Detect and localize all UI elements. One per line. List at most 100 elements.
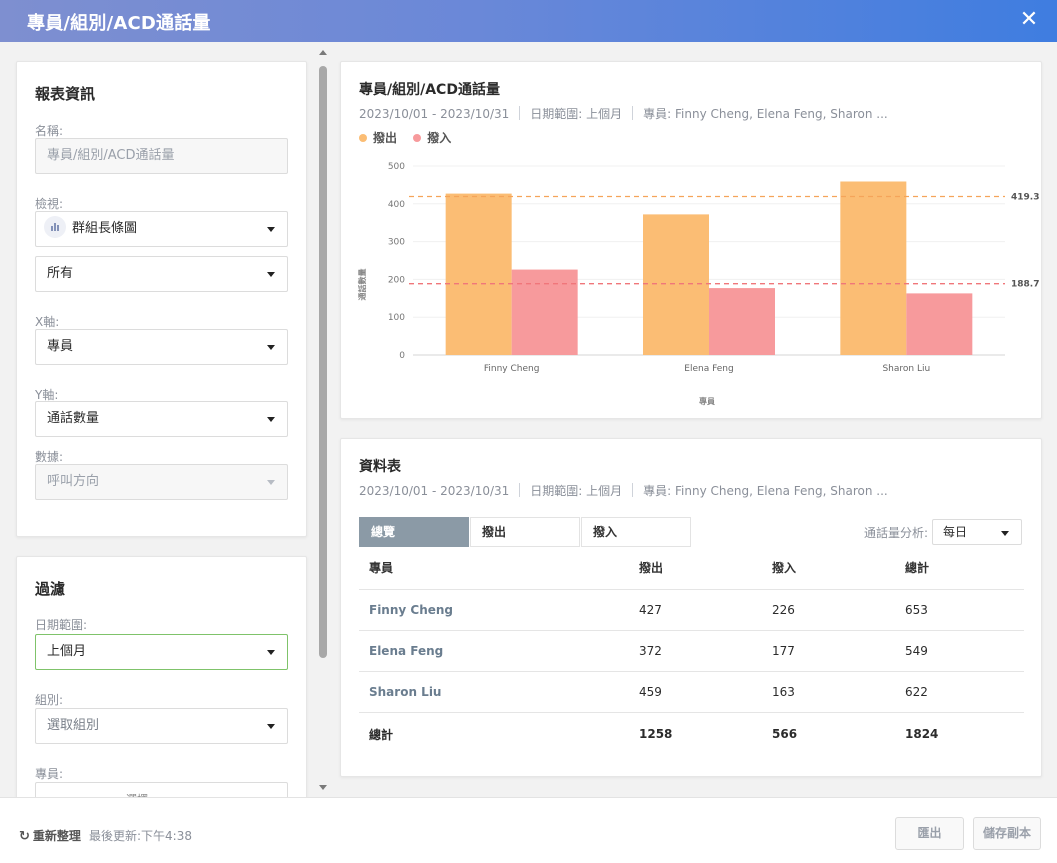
- column-header[interactable]: 專員: [359, 547, 629, 590]
- filters-card: 過濾 日期範圍: 上個月 組別: 選取組別 專員: 選擇: [16, 556, 307, 797]
- y-tick-label: 200: [388, 275, 405, 285]
- table-cell-agent[interactable]: Elena Feng: [359, 630, 629, 672]
- view-select[interactable]: 群組長條圖: [35, 211, 288, 247]
- x-axis-title: 專員: [699, 396, 715, 406]
- table-card: 資料表 2023/10/01 - 2023/10/31 日期範圍: 上個月 專員: …: [340, 438, 1042, 777]
- table-cell: 653: [895, 589, 1024, 631]
- reference-line-label: 188.7: [1011, 280, 1039, 290]
- table-cell: 1824: [905, 727, 939, 742]
- scroll-up-icon[interactable]: [319, 50, 327, 55]
- y-axis-select[interactable]: 通話數量: [35, 401, 288, 437]
- tab-outbound[interactable]: 撥出: [470, 517, 580, 547]
- bar: [643, 214, 709, 355]
- name-label: 名稱:: [35, 124, 64, 138]
- chevron-down-icon: [267, 345, 275, 350]
- table-agents-text: 專員: Finny Cheng, Elena Feng, Sharon ...: [643, 484, 888, 498]
- bar: [709, 288, 775, 355]
- chevron-down-icon: [1001, 531, 1009, 536]
- group-label: 組別:: [35, 693, 64, 707]
- scope-select[interactable]: 所有: [35, 256, 288, 292]
- left-panel-scrollbar[interactable]: [318, 50, 328, 790]
- filters-title: 過濾: [35, 580, 66, 598]
- chart-range-text: 日期範圍: 上個月: [530, 107, 623, 121]
- close-icon[interactable]: ✕: [1017, 8, 1041, 32]
- group-select-value: 選取組別: [47, 718, 100, 733]
- table-cell: 177: [762, 630, 895, 672]
- bar: [511, 269, 578, 355]
- table-card-title: 資料表: [359, 459, 401, 475]
- report-info-card: 報表資訊 名稱: 專員/組別/ACD通話量 檢視: 群組長條圖 所有 X軸: 專…: [16, 61, 307, 537]
- table-cell: 566: [772, 727, 798, 742]
- name-field[interactable]: 專員/組別/ACD通話量: [35, 138, 288, 174]
- column-header[interactable]: 撥出: [629, 547, 762, 590]
- chevron-down-icon: [267, 480, 275, 485]
- column-header[interactable]: 撥入: [762, 547, 895, 590]
- chevron-down-icon: [267, 227, 275, 232]
- table-cell-agent[interactable]: Finny Cheng: [359, 589, 629, 631]
- chevron-down-icon: [267, 272, 275, 277]
- analysis-select[interactable]: 每日: [932, 519, 1022, 545]
- bar-chart: 0 100 200 300 400 500 Finny Cheng Elena Feng Sha…: [357, 162, 1039, 406]
- table-cell: 427: [629, 589, 762, 631]
- refresh-icon: ↻: [19, 829, 30, 844]
- table-cell: 226: [762, 589, 895, 631]
- scope-select-value: 所有: [47, 266, 74, 281]
- table-cell-agent[interactable]: Sharon Liu: [359, 671, 629, 713]
- scroll-thumb[interactable]: [319, 66, 327, 658]
- table-cell: 1258: [639, 727, 673, 742]
- x-tick-label: Finny Cheng: [484, 364, 540, 374]
- export-button[interactable]: 匯出: [895, 817, 964, 850]
- chart-agents-text: 專員: Finny Cheng, Elena Feng, Sharon ...: [643, 107, 888, 121]
- chart-card: 專員/組別/ACD通話量 2023/10/01 - 2023/10/31 日期範圍…: [340, 61, 1042, 419]
- table-row: Elena Feng 372 177 549: [359, 630, 1024, 672]
- table-cell: 622: [895, 671, 1024, 713]
- bar: [445, 193, 512, 355]
- analysis-label: 通話量分析:: [863, 526, 928, 540]
- chart-card-title: 專員/組別/ACD通話量: [359, 82, 500, 98]
- refresh-button[interactable]: ↻ 重新整理: [19, 827, 81, 844]
- save-copy-button[interactable]: 儲存副本: [973, 817, 1041, 850]
- legend-item-inbound[interactable]: 撥入: [413, 129, 451, 146]
- table-header-row: 專員 撥出 撥入 總計: [359, 547, 1024, 590]
- table-cell: 總計: [369, 727, 394, 742]
- legend-item-outbound[interactable]: 撥出: [359, 129, 397, 146]
- x-axis-select-value: 專員: [47, 339, 74, 354]
- last-updated-text: 最後更新:下午4:38: [89, 829, 192, 843]
- scroll-down-icon[interactable]: [319, 785, 327, 790]
- table-date-span: 2023/10/01 - 2023/10/31: [359, 484, 510, 498]
- table-total-row: 總計 1258 566 1824: [359, 712, 1024, 756]
- view-select-value: 群組長條圖: [72, 221, 138, 236]
- data-label: 數據:: [35, 450, 64, 464]
- group-select[interactable]: 選取組別: [35, 708, 288, 744]
- legend-label-inbound: 撥入: [427, 131, 452, 145]
- date-range-select[interactable]: 上個月: [35, 634, 288, 670]
- x-tick-label: Sharon Liu: [882, 364, 930, 374]
- y-tick-label: 0: [399, 351, 405, 361]
- x-axis-select[interactable]: 專員: [35, 329, 288, 365]
- settings-panel[interactable]: 報表資訊 名稱: 專員/組別/ACD通話量 檢視: 群組長條圖 所有 X軸: 專…: [0, 42, 330, 797]
- chevron-down-icon: [267, 650, 275, 655]
- bar-chart-icon: [44, 216, 66, 238]
- date-range-select-value: 上個月: [47, 644, 87, 659]
- legend-dot-inbound: [413, 134, 422, 142]
- table-cell: 459: [629, 671, 762, 713]
- data-select: 呼叫方向: [35, 464, 288, 500]
- chart-card-meta: 2023/10/01 - 2023/10/31 日期範圍: 上個月 專員: Finn…: [359, 105, 888, 122]
- table-cell: 372: [629, 630, 762, 672]
- agent-label: 專員:: [35, 767, 64, 781]
- chart-legend: 撥出 撥入: [359, 129, 463, 146]
- y-axis-title: 通話數量: [357, 269, 367, 301]
- chart-date-span: 2023/10/01 - 2023/10/31: [359, 107, 510, 121]
- tab-overview[interactable]: 總覽: [359, 517, 469, 547]
- chevron-down-icon: [267, 417, 275, 422]
- table-row: Finny Cheng 427 226 653: [359, 589, 1024, 631]
- x-axis-label: X軸:: [35, 315, 60, 329]
- y-tick-label: 400: [388, 200, 405, 210]
- agent-select[interactable]: 選擇: [35, 782, 288, 797]
- bar: [906, 293, 973, 355]
- table-row: Sharon Liu 459 163 622: [359, 671, 1024, 713]
- x-tick-label: Elena Feng: [684, 364, 733, 374]
- refresh-label: 重新整理: [32, 829, 81, 843]
- column-header[interactable]: 總計: [895, 547, 1024, 590]
- tab-inbound[interactable]: 撥入: [581, 517, 691, 547]
